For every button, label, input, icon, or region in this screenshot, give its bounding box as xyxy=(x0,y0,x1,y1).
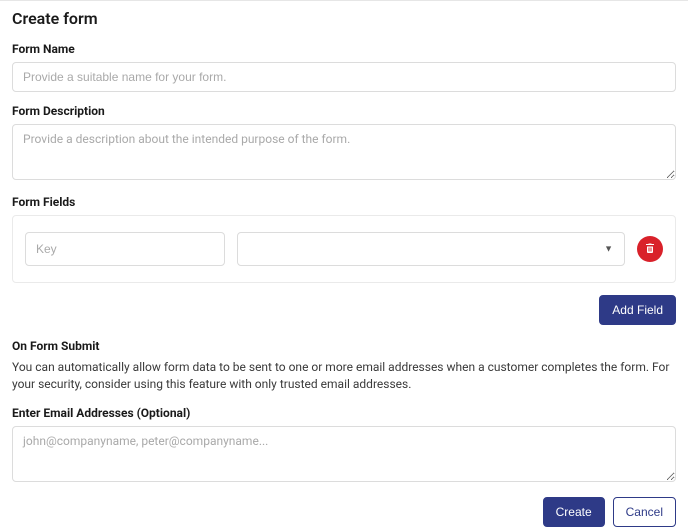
form-name-input[interactable] xyxy=(12,62,676,92)
add-field-button[interactable]: Add Field xyxy=(599,295,676,325)
field-type-select[interactable]: ▼ xyxy=(237,232,625,266)
form-fields-container: ▼ xyxy=(12,215,676,283)
on-form-submit-help: You can automatically allow form data to… xyxy=(12,359,676,394)
page-title: Create form xyxy=(12,9,676,28)
form-name-label: Form Name xyxy=(12,42,676,56)
email-addresses-label: Enter Email Addresses (Optional) xyxy=(12,406,676,420)
footer-actions: Create Cancel xyxy=(12,497,676,527)
form-description-label: Form Description xyxy=(12,104,676,118)
create-button[interactable]: Create xyxy=(543,497,605,527)
form-description-input[interactable] xyxy=(12,124,676,180)
field-key-input[interactable] xyxy=(25,232,225,266)
email-addresses-input[interactable] xyxy=(12,426,676,482)
delete-field-button[interactable] xyxy=(637,236,663,262)
on-form-submit-label: On Form Submit xyxy=(12,339,676,353)
cancel-button[interactable]: Cancel xyxy=(613,497,676,527)
form-fields-label: Form Fields xyxy=(12,195,676,209)
field-type-value[interactable] xyxy=(237,232,625,266)
trash-icon xyxy=(644,242,656,257)
